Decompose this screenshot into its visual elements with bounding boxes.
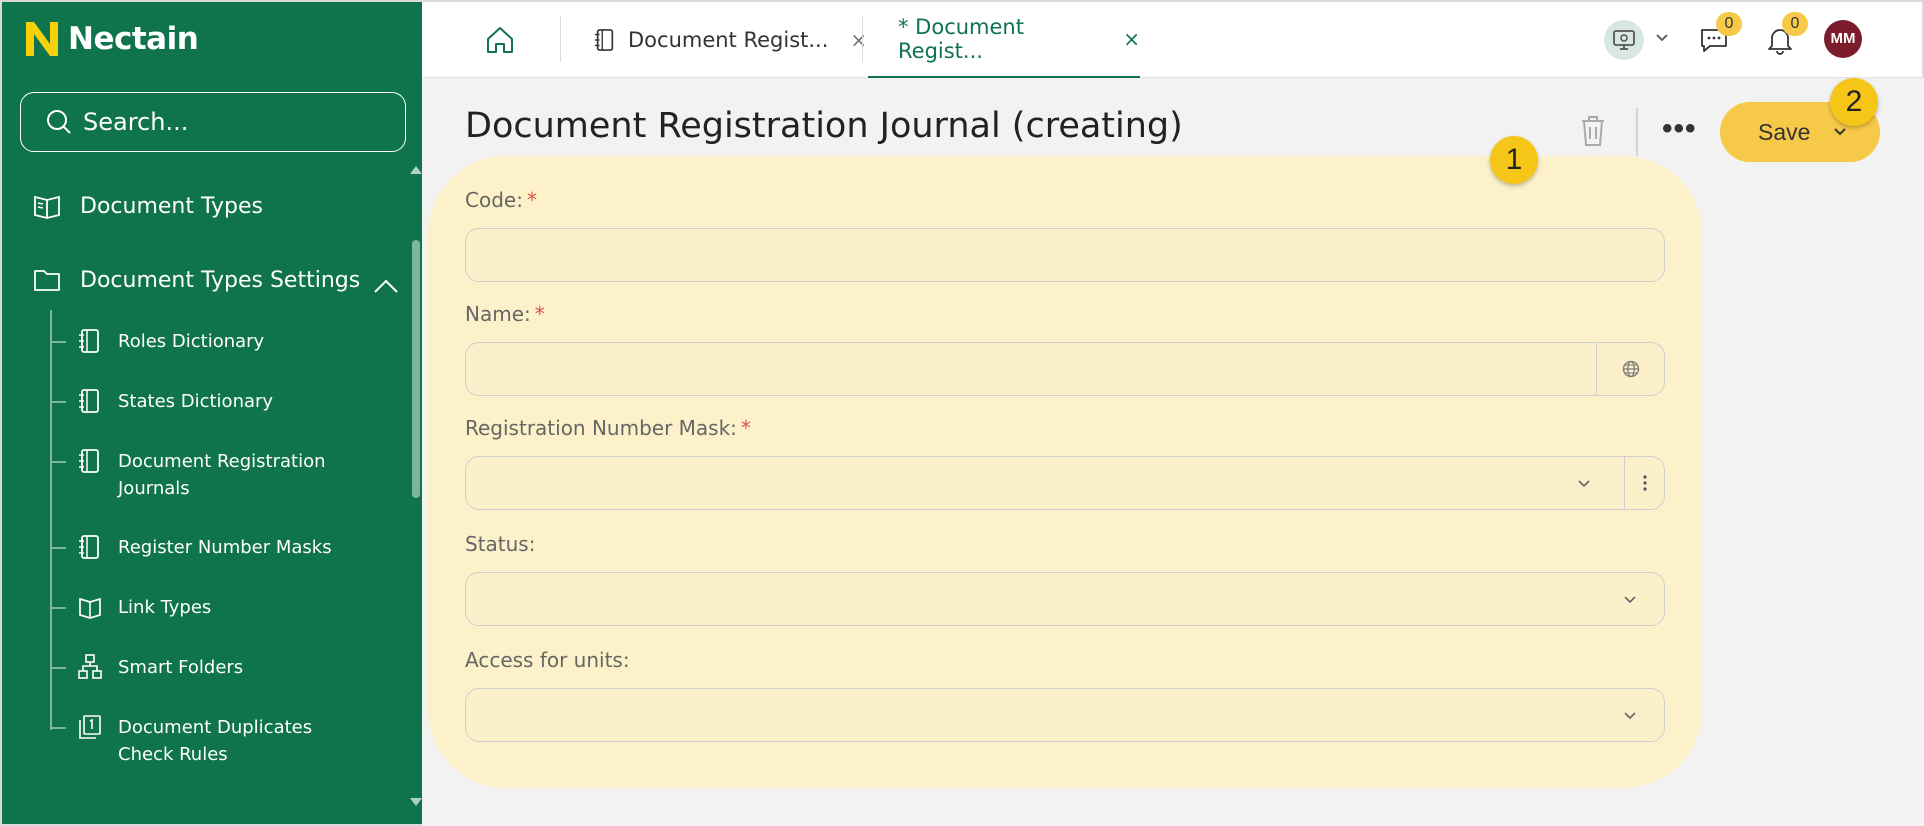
- callout-marker-2: 2: [1830, 78, 1878, 126]
- search-icon: [47, 110, 71, 134]
- notebook-icon: [79, 389, 99, 413]
- registration-number-mask-select[interactable]: [465, 456, 1665, 510]
- tab-document-registration-2[interactable]: * Document Regist... ×: [868, 2, 1140, 78]
- sidebar-subitem-link-types[interactable]: Link Types: [50, 594, 358, 621]
- sidebar-subitem-label: States Dictionary: [118, 391, 274, 412]
- code-label: Code: *: [465, 188, 537, 212]
- callout-marker-1: 1: [1490, 136, 1538, 184]
- close-icon[interactable]: ×: [850, 28, 867, 52]
- notebook-icon: [79, 329, 99, 353]
- sidebar-subitem-label: Document Duplicates Check Rules: [118, 717, 313, 765]
- sidebar-subitem-label: Roles Dictionary: [118, 331, 265, 352]
- required-mark: *: [740, 416, 751, 440]
- notebook-icon: [79, 535, 99, 559]
- book-open-icon: [79, 597, 101, 619]
- top-bar: Document Regist... × * Document Regist..…: [422, 0, 1924, 78]
- code-field[interactable]: [465, 228, 1665, 282]
- copy-number-icon: [79, 715, 101, 739]
- required-mark: *: [526, 188, 537, 212]
- notebook-icon: [594, 29, 614, 51]
- access-for-units-select[interactable]: [465, 688, 1665, 742]
- search-box[interactable]: Search...: [20, 92, 406, 152]
- sidebar-subitem-states-dictionary[interactable]: States Dictionary: [50, 388, 358, 415]
- sidebar-subitem-register-number-masks[interactable]: Register Number Masks: [50, 534, 358, 561]
- chat-count-badge: 0: [1716, 12, 1742, 36]
- chevron-down-icon[interactable]: [1622, 711, 1638, 721]
- notebook-icon: [79, 449, 99, 473]
- sidebar-subitem-label: Link Types: [118, 597, 212, 618]
- nectain-logo-icon: [26, 22, 58, 56]
- tab-document-registration-1[interactable]: Document Regist... ×: [594, 2, 867, 78]
- name-input[interactable]: [466, 343, 1596, 395]
- desktop-switch-button[interactable]: [1604, 20, 1644, 60]
- sidebar-subitem-smart-folders[interactable]: Smart Folders: [50, 654, 358, 681]
- brand-name: Nectain: [68, 21, 199, 57]
- sidebar-subitem-document-duplicates-check-rules[interactable]: Document Duplicates Check Rules: [50, 714, 358, 768]
- home-icon[interactable]: [484, 24, 516, 56]
- chevron-down-icon[interactable]: [1576, 479, 1592, 489]
- vertical-dots-icon: [1642, 475, 1647, 491]
- search-input[interactable]: Search...: [83, 108, 188, 136]
- sidebar-subitem-label: Smart Folders: [118, 657, 244, 678]
- monitor-icon: [1613, 30, 1635, 50]
- close-icon[interactable]: ×: [1123, 27, 1140, 51]
- notification-count-badge: 0: [1782, 12, 1808, 36]
- save-label: Save: [1758, 118, 1811, 145]
- sidebar-subitem-document-registration-journals[interactable]: Document Registration Journals: [50, 448, 358, 502]
- tab-label: * Document Regist...: [898, 15, 1024, 63]
- mask-options-button[interactable]: [1624, 457, 1664, 509]
- sidebar: Nectain Search... Document Types Documen…: [0, 0, 422, 826]
- scroll-down-arrow[interactable]: [410, 798, 422, 806]
- book-open-icon: [34, 195, 60, 219]
- sidebar-subitem-label: Document Registration Journals: [118, 451, 326, 499]
- trash-icon[interactable]: [1578, 114, 1608, 148]
- folder-icon: [34, 270, 60, 291]
- sidebar-subitem-roles-dictionary[interactable]: Roles Dictionary: [50, 328, 358, 355]
- page-title: Document Registration Journal (creating): [465, 106, 1183, 146]
- chevron-up-icon[interactable]: [372, 276, 400, 296]
- sidebar-item-label: Document Types Settings: [80, 267, 361, 293]
- more-options-button[interactable]: •••: [1662, 112, 1697, 146]
- sidebar-item-document-types-settings[interactable]: Document Types Settings: [32, 265, 360, 295]
- status-label: Status:: [465, 532, 536, 556]
- chevron-down-icon: [1834, 128, 1847, 136]
- avatar[interactable]: MM: [1824, 20, 1862, 58]
- tab-label: Document Regist...: [628, 28, 829, 52]
- code-input[interactable]: [466, 229, 1664, 281]
- hierarchy-icon: [78, 654, 102, 679]
- access-for-units-label: Access for units:: [465, 648, 630, 672]
- sidebar-scrollbar[interactable]: [412, 240, 420, 498]
- status-select[interactable]: [465, 572, 1665, 626]
- globe-icon: [1622, 360, 1639, 378]
- sidebar-item-document-types[interactable]: Document Types: [32, 191, 263, 221]
- chevron-down-icon[interactable]: [1622, 595, 1638, 605]
- translations-button[interactable]: [1596, 343, 1664, 395]
- chevron-down-icon[interactable]: [1654, 32, 1670, 44]
- sidebar-item-label: Document Types: [80, 193, 263, 219]
- sidebar-subitem-label: Register Number Masks: [118, 537, 332, 558]
- brand-logo[interactable]: Nectain: [24, 20, 199, 58]
- name-label: Name: *: [465, 302, 545, 326]
- name-field[interactable]: [465, 342, 1665, 396]
- mask-label: Registration Number Mask: *: [465, 416, 751, 440]
- required-mark: *: [534, 302, 545, 326]
- scroll-up-arrow[interactable]: [410, 166, 422, 174]
